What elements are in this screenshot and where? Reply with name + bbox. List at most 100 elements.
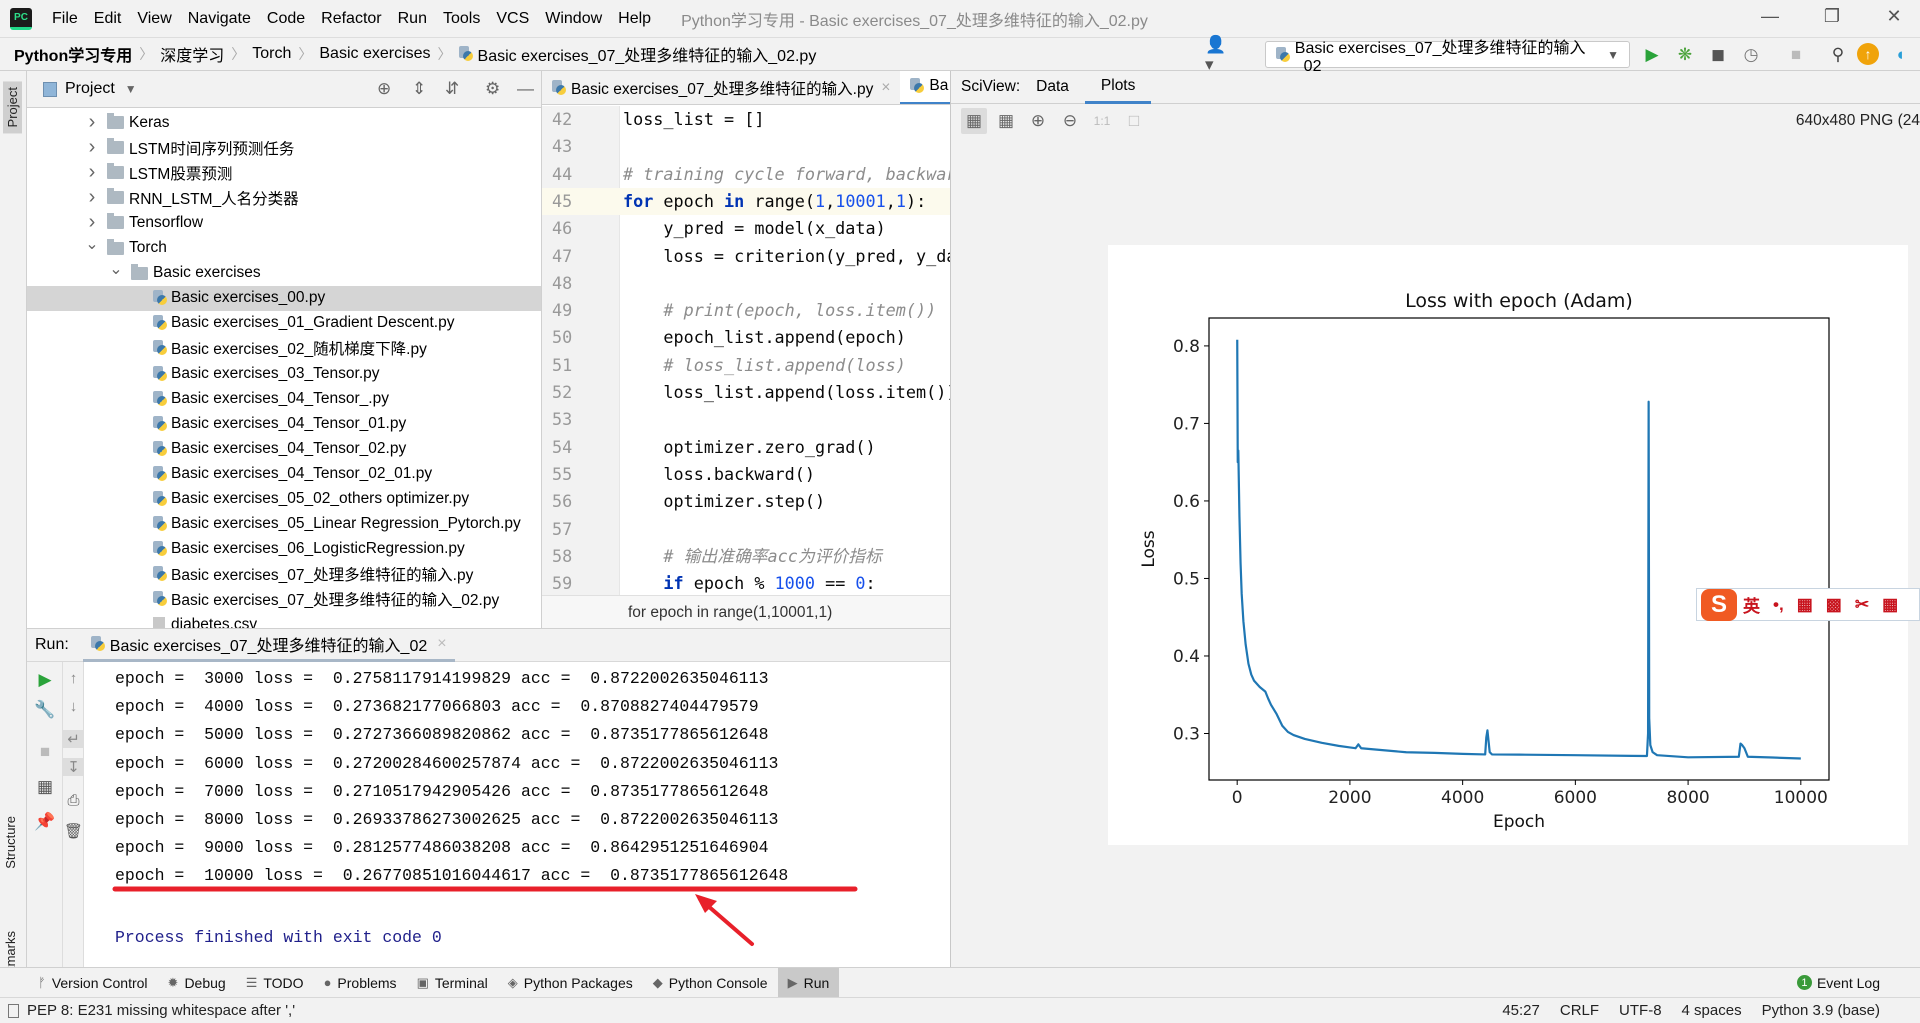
sogou-logo-icon[interactable]: S [1701, 588, 1737, 621]
tool-button-terminal[interactable]: ▣ Terminal [407, 968, 498, 998]
minimize-button[interactable]: — [1750, 6, 1790, 30]
code-line[interactable]: 59 if epoch % 1000 == 0: [542, 570, 950, 597]
expand-all-icon[interactable]: ⇕ [412, 79, 426, 99]
zoom-out-icon[interactable]: ⊖ [1057, 108, 1083, 134]
scissors-icon[interactable]: ✂ [1855, 595, 1869, 615]
menu-refactor[interactable]: Refactor [313, 10, 389, 28]
chevron-right-icon[interactable]: › [85, 111, 99, 134]
tool-button-python-packages[interactable]: ◈ Python Packages [498, 968, 643, 998]
tree-file[interactable]: Basic exercises_05_02_others optimizer.p… [27, 487, 541, 512]
chevron-right-icon[interactable]: › [85, 136, 99, 159]
line-separator[interactable]: CRLF [1560, 1002, 1599, 1019]
tree-file[interactable]: Basic exercises_05_Linear Regression_Pyt… [27, 512, 541, 537]
code-line[interactable]: 50 epoch_list.append(epoch) [542, 324, 950, 351]
apps-icon[interactable]: ▦ [1882, 595, 1898, 615]
tree-folder[interactable]: › LSTM时间序列预测任务 [27, 135, 541, 160]
code-line[interactable]: 56 optimizer.step() [542, 488, 950, 515]
close-tab-icon[interactable]: × [881, 79, 890, 97]
editor-tab[interactable]: Basic exercises_07_处理多维特征的输入.py × [542, 71, 900, 104]
tree-file[interactable]: Basic exercises_07_处理多维特征的输入.py [27, 562, 541, 587]
grid-icon[interactable]: ▦ [993, 108, 1019, 134]
hide-icon[interactable]: — [517, 79, 534, 99]
tree-file[interactable]: Basic exercises_06_LogisticRegression.py [27, 537, 541, 562]
code-line[interactable]: 44 # training cycle forward, backward [542, 161, 967, 188]
locate-icon[interactable]: ⊕ [377, 79, 391, 99]
chevron-right-icon[interactable]: › [85, 186, 99, 209]
tree-file[interactable]: Basic exercises_04_Tensor_02.py [27, 436, 541, 461]
tool-button-version-control[interactable]: ᚠ Version Control [28, 968, 158, 998]
tool-button-debug[interactable]: ✹ Debug [158, 968, 236, 998]
code-line[interactable]: 48 [542, 270, 950, 297]
zoom-in-icon[interactable]: ⊕ [1025, 108, 1051, 134]
project-title[interactable]: Project [65, 80, 115, 98]
menu-navigate[interactable]: Navigate [180, 10, 259, 28]
code-line[interactable]: 45 for epoch in range(1,10001,1): [542, 187, 950, 215]
tree-folder[interactable]: ⌄ Basic exercises [27, 261, 541, 286]
project-tool-tab[interactable]: Project [3, 81, 22, 134]
user-icon[interactable]: 👤▾ [1205, 35, 1229, 74]
close-window-button[interactable]: ✕ [1874, 6, 1914, 30]
indent-setting[interactable]: 4 spaces [1682, 1002, 1742, 1019]
menu-code[interactable]: Code [259, 10, 313, 28]
code-line[interactable]: 49 # print(epoch, loss.item()) [542, 297, 950, 324]
tree-file[interactable]: Basic exercises_00.py [27, 285, 541, 311]
file-encoding[interactable]: UTF-8 [1619, 1002, 1662, 1019]
tree-folder[interactable]: › Tensorflow [27, 210, 541, 235]
tree-file[interactable]: Basic exercises_04_Tensor_02_01.py [27, 461, 541, 486]
tree-folder[interactable]: › Keras [27, 110, 541, 135]
tool-button-python-console[interactable]: ◆ Python Console [643, 968, 778, 998]
code-line[interactable]: 46 y_pred = model(x_data) [542, 215, 950, 242]
code-line[interactable]: 55 loss.backward() [542, 461, 950, 488]
tree-file[interactable]: Basic exercises_02_随机梯度下降.py [27, 336, 541, 361]
chevron-down-icon[interactable]: ⌄ [109, 259, 123, 279]
jetbrains-toolbox-icon[interactable]: ◖ [1888, 43, 1912, 67]
caret-position[interactable]: 45:27 [1502, 1002, 1540, 1019]
gear-icon[interactable]: ⚙ [485, 79, 500, 99]
debug-icon[interactable]: ❋ [1673, 43, 1697, 67]
checkerboard-icon[interactable]: ▦ [961, 108, 987, 134]
code-line[interactable]: 58 # 输出准确率acc为评价指标 [542, 543, 950, 570]
keyboard-icon[interactable]: ▦ [1797, 595, 1813, 615]
menu-view[interactable]: View [129, 10, 179, 28]
editor-tab-active[interactable]: Ba [900, 71, 950, 104]
tree-folder[interactable]: › RNN_LSTM_人名分类器 [27, 185, 541, 210]
event-log-button[interactable]: 1 Event Log [1787, 968, 1890, 998]
menu-run[interactable]: Run [390, 10, 435, 28]
tree-file[interactable]: Basic exercises_07_处理多维特征的输入_02.py [27, 587, 541, 612]
tree-file[interactable]: Basic exercises_01_Gradient Descent.py [27, 311, 541, 336]
tab-data[interactable]: Data [1020, 71, 1085, 104]
code-line[interactable]: 51 # loss_list.append(loss) [542, 352, 950, 379]
tool-button-run[interactable]: ▶ Run [777, 967, 840, 998]
menu-vcs[interactable]: VCS [488, 10, 537, 28]
tool-button-todo[interactable]: ☰ TODO [236, 968, 314, 998]
menu-window[interactable]: Window [537, 10, 610, 28]
run-config-dropdown[interactable]: Basic exercises_07_处理多维特征的输入_02 ▼ [1265, 40, 1630, 75]
breadcrumb-project[interactable]: Python学习专用 [14, 42, 132, 66]
chevron-right-icon[interactable]: › [85, 211, 99, 234]
tool-button-problems[interactable]: ● Problems [314, 968, 407, 998]
coverage-icon[interactable]: ◼ [1706, 43, 1730, 67]
code-line[interactable]: 54 optimizer.zero_grad() [542, 434, 950, 461]
breadcrumb-folder[interactable]: 深度学习 [160, 42, 224, 66]
menu-help[interactable]: Help [610, 10, 659, 28]
voice-icon[interactable]: ▩ [1826, 595, 1842, 615]
code-line[interactable]: 43 [542, 133, 950, 160]
breadcrumb-folder[interactable]: Basic exercises [319, 45, 430, 63]
chevron-down-icon[interactable]: ▼ [125, 82, 137, 96]
code-line[interactable]: 47 loss = criterion(y_pred, y_data) [542, 243, 987, 270]
tab-plots[interactable]: Plots [1084, 71, 1152, 104]
code-line[interactable]: 42 loss_list = [] [542, 106, 950, 133]
menu-edit[interactable]: Edit [86, 10, 130, 28]
tree-file[interactable]: Basic exercises_04_Tensor_01.py [27, 411, 541, 436]
code-line[interactable]: 57 [542, 516, 950, 543]
fit-icon[interactable]: □ [1121, 108, 1147, 134]
menu-file[interactable]: File [44, 10, 86, 28]
tree-folder[interactable]: ⌄ Torch [27, 236, 541, 261]
status-toggle-icon[interactable] [8, 1003, 19, 1018]
actual-size-button[interactable]: 1:1 [1089, 108, 1115, 134]
update-icon[interactable]: ↑ [1857, 43, 1879, 65]
restore-button[interactable]: ❐ [1812, 6, 1852, 30]
tree-folder[interactable]: › LSTM股票预测 [27, 160, 541, 185]
collapse-all-icon[interactable]: ⇵ [445, 79, 459, 99]
chevron-down-icon[interactable]: ⌄ [85, 234, 99, 254]
